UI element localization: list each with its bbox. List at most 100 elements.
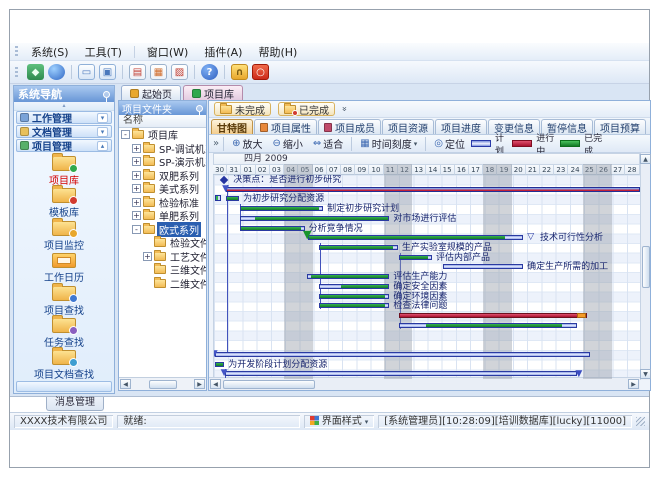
- scroll-left-icon[interactable]: ◀: [210, 379, 221, 389]
- gantt-tab-项目资源[interactable]: 项目资源: [382, 119, 434, 134]
- fit-button[interactable]: ⇔适合: [309, 135, 347, 152]
- gantt-task-bar[interactable]: [240, 206, 324, 211]
- scroll-right-icon[interactable]: ▶: [194, 379, 205, 389]
- scroll-thumb[interactable]: [223, 380, 315, 389]
- tree-column-header[interactable]: 名称: [119, 115, 206, 128]
- tree-item[interactable]: 检验文件: [119, 236, 206, 250]
- menu-item-5[interactable]: 帮助(H): [250, 43, 305, 61]
- gantt-task-bar[interactable]: [308, 235, 523, 240]
- gantt-grid[interactable]: 决策点：是否进行初步研究▼为初步研究分配资源制定初步研究计划对市场进行评估分析竞…: [213, 175, 640, 379]
- tree-item[interactable]: -欧式系列: [119, 223, 206, 237]
- time-scale-dropdown[interactable]: ▦时间刻度▾: [356, 135, 421, 152]
- tree-item[interactable]: +双肥系列: [119, 169, 206, 183]
- gantt-inprogress-bar[interactable]: [399, 313, 587, 318]
- sidebar-item-template-library[interactable]: 模板库: [15, 185, 113, 217]
- gantt-task-bar[interactable]: [319, 245, 398, 250]
- sidebar-item-project-monitor[interactable]: 项目监控: [15, 218, 113, 250]
- tree-item[interactable]: +单肥系列: [119, 209, 206, 223]
- report-icon-2[interactable]: ▦: [150, 64, 167, 80]
- gantt-vertical-scrollbar[interactable]: ▲ ▼: [640, 153, 650, 380]
- expand-icon[interactable]: +: [132, 144, 141, 153]
- locate-button[interactable]: ◎定位: [430, 135, 469, 152]
- tree-item[interactable]: -项目库: [119, 128, 206, 142]
- ui-style-button[interactable]: 界面样式▾: [304, 415, 375, 428]
- gantt-tab-项目属性[interactable]: 项目属性: [254, 119, 317, 134]
- help-icon[interactable]: ?: [201, 64, 218, 80]
- gantt-task-bar[interactable]: [215, 352, 590, 357]
- gantt-task-bar[interactable]: [399, 323, 577, 328]
- filter-incomplete[interactable]: 未完成: [214, 102, 271, 116]
- gantt-task-bar[interactable]: [215, 362, 224, 367]
- tree-item[interactable]: +SP-调试机系: [119, 142, 206, 156]
- gantt-task-bar[interactable]: [225, 371, 578, 376]
- scroll-thumb[interactable]: [149, 380, 177, 389]
- gantt-summary-bar[interactable]: [226, 187, 640, 192]
- scroll-right-icon[interactable]: ▶: [628, 379, 639, 389]
- scroll-thumb[interactable]: [642, 246, 650, 288]
- menu-item-1[interactable]: 系统(S): [23, 43, 77, 61]
- tree-item[interactable]: 二维文件: [119, 277, 206, 291]
- menu-item-3[interactable]: 窗口(W): [139, 43, 196, 61]
- expand-icon[interactable]: +: [132, 211, 141, 220]
- sidebar-group-文档管理[interactable]: 文档管理▾: [16, 125, 112, 138]
- tree-item[interactable]: +美式系列: [119, 182, 206, 196]
- tree-item[interactable]: 三维文件: [119, 263, 206, 277]
- menu-item-4[interactable]: 插件(A): [196, 43, 250, 61]
- app-home-icon[interactable]: ◆: [27, 64, 44, 80]
- sidebar-group-项目管理[interactable]: 项目管理▴: [16, 139, 112, 152]
- sidebar-group-工作管理[interactable]: 工作管理▾: [16, 111, 112, 124]
- gantt-horizontal-scrollbar[interactable]: ◀ ▶: [209, 377, 640, 390]
- tree-item[interactable]: +检验标准: [119, 196, 206, 210]
- gantt-toolbar-overflow[interactable]: »: [213, 138, 219, 149]
- scroll-down-icon[interactable]: ▼: [640, 369, 651, 379]
- gantt-task-bar[interactable]: [319, 284, 389, 289]
- tab-start-page[interactable]: 起始页: [121, 85, 181, 100]
- gantt-task-bar[interactable]: [226, 196, 239, 201]
- expand-icon[interactable]: +: [132, 157, 141, 166]
- window-cascade-icon[interactable]: ▣: [99, 64, 116, 80]
- zoom-in-button[interactable]: ⊕放大: [228, 135, 266, 152]
- chevron-icon[interactable]: ▾: [97, 113, 108, 123]
- gantt-task-bar[interactable]: [240, 216, 390, 221]
- scroll-left-icon[interactable]: ◀: [120, 379, 131, 389]
- tree-horizontal-scrollbar[interactable]: ◀ ▶: [119, 377, 206, 390]
- gantt-tab-甘特图[interactable]: 甘特图: [211, 119, 253, 134]
- gantt-task-bar[interactable]: [443, 264, 523, 269]
- resize-grip[interactable]: [636, 417, 645, 426]
- gantt-task-bar[interactable]: [399, 255, 432, 260]
- gantt-task-bar[interactable]: [307, 274, 390, 279]
- sidebar-group-more[interactable]: [16, 381, 112, 392]
- pin-icon[interactable]: [103, 91, 110, 98]
- filter-overflow-chevron[interactable]: «: [340, 106, 350, 112]
- expand-icon[interactable]: +: [143, 252, 152, 261]
- expand-icon[interactable]: +: [132, 184, 141, 193]
- sidebar-item-work-calendar[interactable]: 工作日历: [15, 250, 113, 282]
- tree-pin-icon[interactable]: [196, 105, 203, 112]
- gantt-task-bar[interactable]: [319, 294, 389, 299]
- power-icon[interactable]: ○: [252, 64, 269, 80]
- scroll-up-icon[interactable]: ▲: [640, 154, 651, 164]
- report-icon-1[interactable]: ▤: [129, 64, 146, 80]
- gantt-task-bar[interactable]: [319, 303, 389, 308]
- gantt-tab-项目成员[interactable]: 项目成员: [318, 119, 381, 134]
- window-new-icon[interactable]: ▭: [78, 64, 95, 80]
- sidebar-item-project-document-search[interactable]: 项目文档查找: [15, 347, 113, 379]
- tree-item[interactable]: +工艺文件: [119, 250, 206, 264]
- expand-icon[interactable]: +: [132, 198, 141, 207]
- milestone-diamond[interactable]: [220, 176, 228, 184]
- sidebar-item-task-search[interactable]: 任务查找: [15, 315, 113, 347]
- lock-icon[interactable]: ∩: [231, 64, 248, 80]
- sidebar-item-project-search[interactable]: 项目查找: [15, 283, 113, 315]
- tree-item[interactable]: +SP-演示机系: [119, 155, 206, 169]
- chevron-icon[interactable]: ▴: [97, 141, 108, 151]
- expand-icon[interactable]: +: [132, 171, 141, 180]
- filter-complete[interactable]: 已完成: [278, 102, 335, 116]
- tab-project-library[interactable]: 项目库: [183, 85, 243, 100]
- collapse-icon[interactable]: -: [121, 130, 130, 139]
- message-panel-tab[interactable]: 消息管理: [46, 397, 104, 411]
- collapse-icon[interactable]: -: [132, 225, 141, 234]
- globe-icon[interactable]: [48, 64, 65, 80]
- gantt-task-bar[interactable]: [240, 226, 305, 231]
- chevron-icon[interactable]: ▾: [97, 127, 108, 137]
- report-icon-3[interactable]: ▨: [171, 64, 188, 80]
